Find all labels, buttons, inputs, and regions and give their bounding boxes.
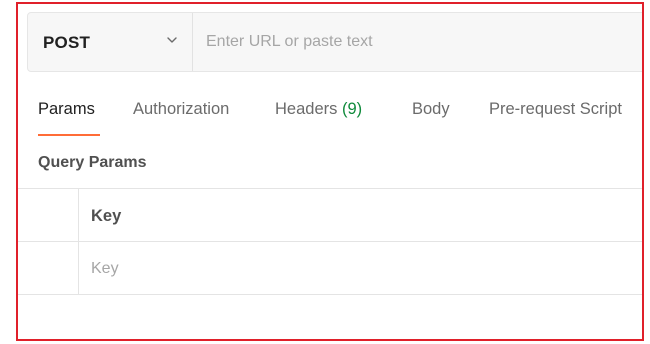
tab-headers[interactable]: Headers (9) [275,100,362,119]
query-params-title: Query Params [38,154,147,171]
request-editor-panel: POST Params Authorization Headers (9) Bo… [16,2,644,341]
tab-body[interactable]: Body [412,100,450,119]
url-bar: POST [27,12,642,72]
param-key-input[interactable] [79,244,639,294]
table-top-border [18,188,642,189]
tab-authorization[interactable]: Authorization [133,100,229,119]
tab-pre-request-script-label: Pre-request Script [489,100,622,118]
table-bottom-border [18,294,642,295]
headers-count-badge: (9) [341,100,363,118]
active-tab-indicator [38,134,100,136]
column-header-key: Key [91,207,122,225]
tab-headers-label: Headers [275,100,338,118]
tab-body-label: Body [412,100,450,118]
table-header-divider [18,241,642,242]
tab-pre-request-script[interactable]: Pre-request Script [489,100,622,119]
method-label: POST [43,33,91,52]
url-input[interactable] [193,13,642,71]
chevron-down-icon [165,33,179,47]
tab-authorization-label: Authorization [133,100,230,118]
tab-params-label: Params [38,100,95,118]
method-select[interactable]: POST [28,13,192,71]
tab-params[interactable]: Params [38,100,95,119]
